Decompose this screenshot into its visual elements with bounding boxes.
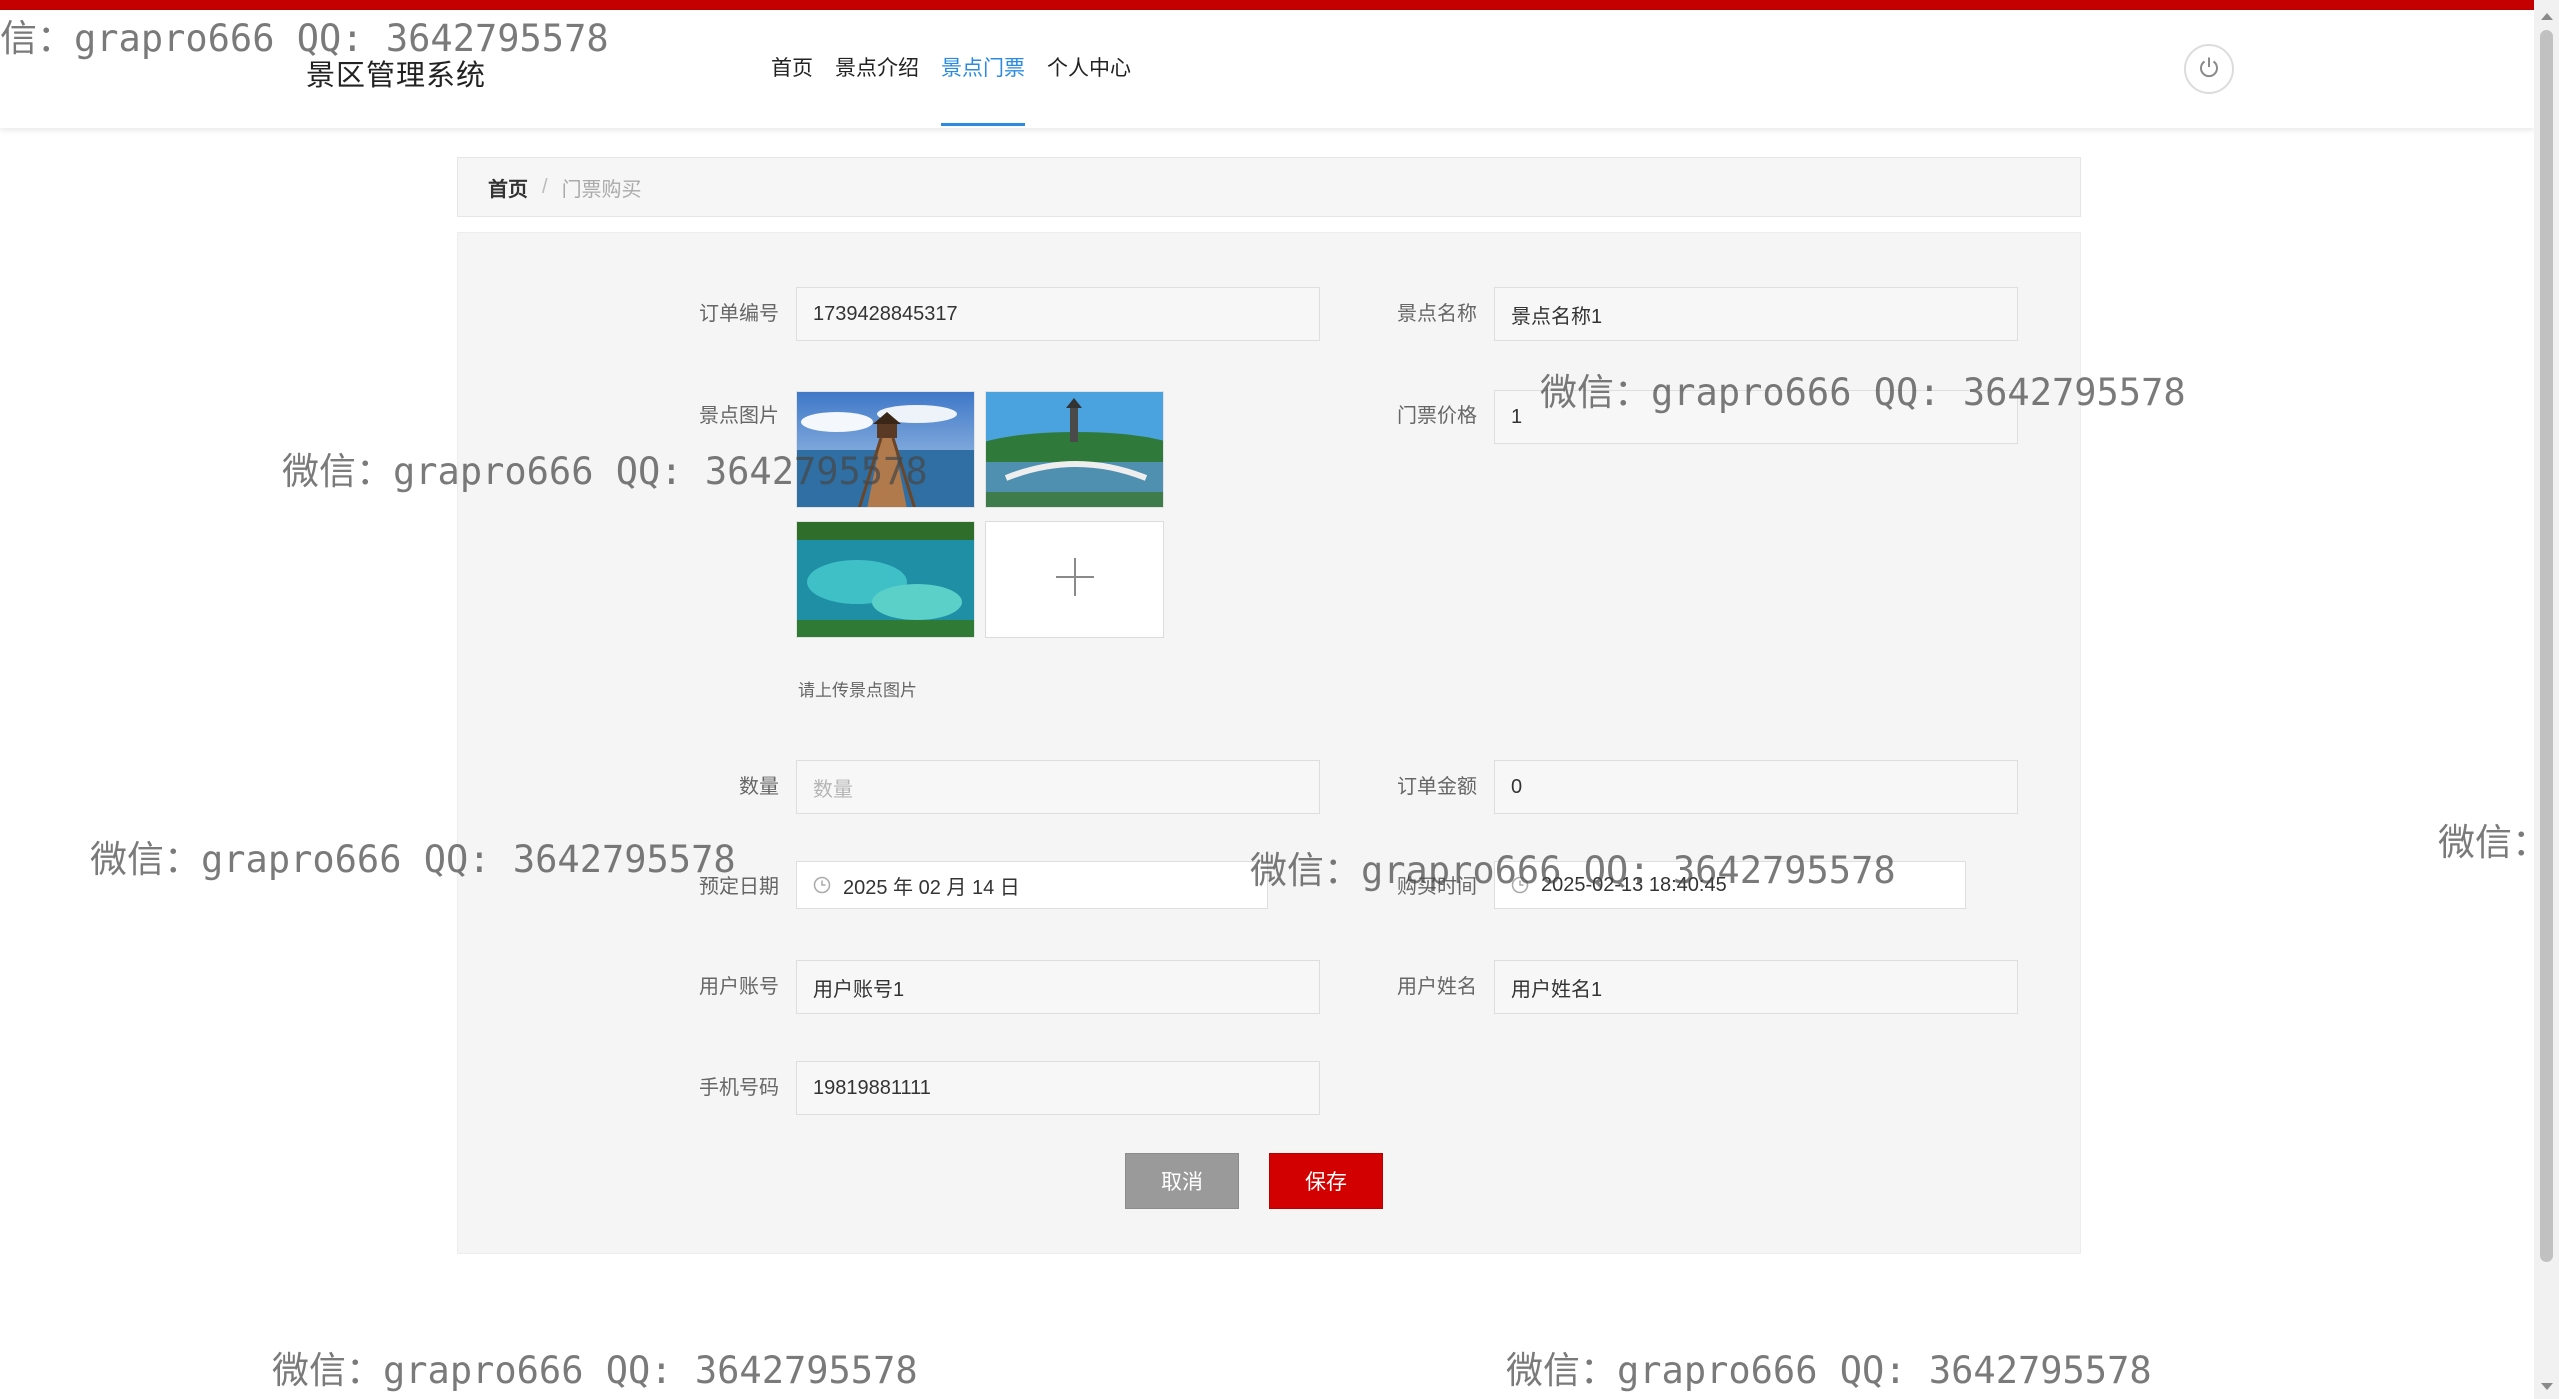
scenic-image-thumb-bridge[interactable]: [985, 391, 1164, 508]
save-button[interactable]: 保存: [1269, 1153, 1383, 1209]
top-accent-bar: [0, 0, 2559, 10]
top-header: 景区管理系统 首页 景点介绍 景点门票 个人中心: [0, 10, 2534, 128]
scrollbar-thumb[interactable]: [2540, 30, 2553, 1262]
add-image-button[interactable]: [985, 521, 1164, 638]
watermark-text: 微信：grapro666 QQ: 3642795578: [272, 1349, 918, 1392]
booking-date-value: 2025 年 02 月 14 日: [843, 876, 1020, 899]
scenic-images-label: 景点图片: [699, 405, 779, 427]
nav-item-personal-center[interactable]: 个人中心: [1036, 10, 1142, 128]
ticket-price-field[interactable]: 1: [1494, 390, 2018, 444]
watermark-text: 微信：grapro666 QQ: 3642795578: [1506, 1349, 2152, 1392]
nav-item-scenic-tickets[interactable]: 景点门票: [930, 10, 1036, 128]
vertical-scrollbar[interactable]: [2534, 0, 2559, 1399]
plus-icon: [1054, 556, 1096, 603]
ticket-order-form: 订单编号 1739428845317 景点名称 景点名称1 景点图片 请上传景点…: [457, 232, 2081, 1254]
ticket-price-label: 门票价格: [1397, 405, 1477, 427]
purchase-time-label: 购买时间: [1397, 876, 1477, 898]
user-account-field[interactable]: 用户账号1: [796, 960, 1320, 1014]
purchase-time-value: 2025-02-13 18:40:45: [1541, 873, 1727, 896]
user-name-label: 用户姓名: [1397, 976, 1477, 998]
order-amount-field[interactable]: 0: [1494, 760, 2018, 814]
main-nav: 首页 景点介绍 景点门票 个人中心: [760, 10, 1142, 128]
purchase-time-picker[interactable]: 2025-02-13 18:40:45: [1494, 861, 1966, 909]
scenic-image-thumb-lake[interactable]: [796, 521, 975, 638]
watermark-text: 微信：: [2438, 821, 2549, 864]
breadcrumb-separator: /: [542, 175, 548, 198]
clock-icon: [1511, 876, 1529, 894]
booking-date-picker[interactable]: 2025 年 02 月 14 日: [796, 861, 1268, 909]
power-icon: [2196, 54, 2222, 85]
scenic-image-thumb-pier[interactable]: [796, 391, 975, 508]
app-title: 景区管理系统: [306, 60, 487, 92]
phone-label: 手机号码: [699, 1077, 779, 1099]
breadcrumb-home[interactable]: 首页: [488, 173, 528, 202]
quantity-field[interactable]: 数量: [796, 760, 1320, 814]
logout-button[interactable]: [2184, 44, 2234, 94]
order-no-label: 订单编号: [699, 303, 779, 325]
nav-item-home[interactable]: 首页: [760, 10, 824, 128]
phone-field[interactable]: 19819881111: [796, 1061, 1320, 1115]
breadcrumb-current: 门票购买: [561, 178, 642, 201]
order-no-field[interactable]: 1739428845317: [796, 287, 1320, 341]
user-account-label: 用户账号: [699, 976, 779, 998]
cancel-button[interactable]: 取消: [1125, 1153, 1239, 1209]
order-amount-label: 订单金额: [1397, 776, 1477, 798]
upload-tip: 请上传景点图片: [798, 681, 917, 700]
scroll-down-arrow-icon[interactable]: [2534, 1377, 2559, 1397]
booking-date-label: 预定日期: [699, 876, 779, 898]
nav-item-scenic-intro[interactable]: 景点介绍: [824, 10, 930, 128]
scroll-up-arrow-icon[interactable]: [2534, 6, 2559, 26]
clock-icon: [813, 876, 831, 894]
quantity-label: 数量: [739, 776, 779, 798]
breadcrumb: 首页 / 门票购买: [457, 157, 2081, 217]
scenic-name-field[interactable]: 景点名称1: [1494, 287, 2018, 341]
user-name-field[interactable]: 用户姓名1: [1494, 960, 2018, 1014]
scenic-name-label: 景点名称: [1397, 303, 1477, 325]
